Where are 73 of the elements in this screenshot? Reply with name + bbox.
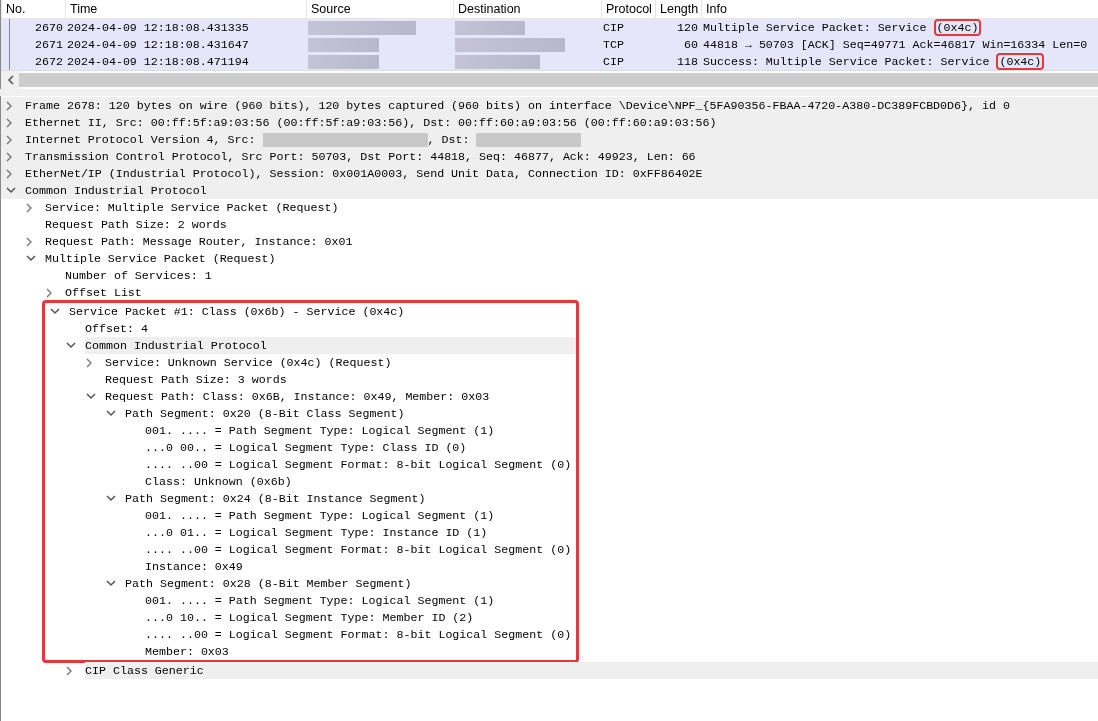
chevron-down-icon[interactable] xyxy=(50,308,60,315)
chevron-down-icon[interactable] xyxy=(106,495,116,502)
packet-info: Multiple Service Packet: Service xyxy=(703,20,928,36)
tree-item-text[interactable]: Class: Unknown (0x6b) xyxy=(145,473,292,490)
redacted-block xyxy=(308,54,379,69)
packet-number: 2670 xyxy=(35,20,63,36)
tree-item-text[interactable]: .... ..00 = Logical Segment Format: 8-bit Logical Segment (0) xyxy=(145,456,572,473)
scroll-left-icon[interactable] xyxy=(6,75,14,85)
redacted-block xyxy=(455,20,525,35)
scroll-left-button[interactable] xyxy=(1,71,19,89)
tree-item-text[interactable]: Offset List xyxy=(65,284,142,301)
tree-item-text[interactable]: Offset: 4 xyxy=(85,320,148,337)
chevron-down-icon[interactable] xyxy=(106,580,116,587)
horizontal-scrollbar[interactable] xyxy=(19,73,1098,87)
tree-item-text[interactable]: 001. .... = Path Segment Type: Logical Segment (1) xyxy=(145,507,495,524)
packet-protocol: TCP xyxy=(603,37,624,53)
tree-item-text[interactable]: 001. .... = Path Segment Type: Logical Segment (1) xyxy=(145,592,495,609)
tree-item-text[interactable]: .... ..00 = Logical Segment Format: 8-bit Logical Segment (0) xyxy=(145,626,572,643)
chevron-right-icon[interactable] xyxy=(6,168,13,179)
packet-number: 2671 xyxy=(35,37,63,53)
tree-item-text[interactable]: CIP Class Generic xyxy=(85,662,204,679)
packet-length: 118 xyxy=(677,54,698,70)
tree-item-text[interactable]: Request Path Size: 2 words xyxy=(45,216,227,233)
chevron-down-icon[interactable] xyxy=(106,410,116,417)
tree-item-text[interactable]: Service Packet #1: Class (0x6b) - Service (0x4c) xyxy=(69,303,405,320)
chevron-down-icon[interactable] xyxy=(26,255,36,262)
tree-item-text[interactable]: Request Path: Message Router, Instance: 0x01 xyxy=(45,233,353,250)
packet-length: 120 xyxy=(677,20,698,36)
tree-item-text[interactable]: Number of Services: 1 xyxy=(65,267,212,284)
packet-row[interactable]: 2672 2024-04-09 12:18:08.471194 CIP 118 Success: Multiple Service Packet: Service (0x4c) xyxy=(1,53,1098,70)
chevron-right-icon[interactable] xyxy=(6,134,13,145)
packet-length: 60 xyxy=(684,37,698,53)
chevron-right-icon[interactable] xyxy=(46,287,53,298)
tree-item-text[interactable]: ...0 01.. = Logical Segment Type: Instance ID (1) xyxy=(145,524,488,541)
redacted-block xyxy=(308,37,379,52)
tree-item-text[interactable]: Instance: 0x49 xyxy=(145,558,243,575)
tree-item-text[interactable]: Member: 0x03 xyxy=(145,643,229,660)
chevron-down-icon[interactable] xyxy=(86,393,96,400)
tree-item-text[interactable]: Service: Unknown Service (0x4c) (Request) xyxy=(105,354,392,371)
tree-item-text[interactable]: , Dst: xyxy=(427,131,477,148)
chevron-right-icon[interactable] xyxy=(6,100,13,111)
packet-protocol: CIP xyxy=(603,54,624,70)
tree-item-text[interactable]: .... ..00 = Logical Segment Format: 8-bit Logical Segment (0) xyxy=(145,541,572,558)
chevron-down-icon[interactable] xyxy=(6,187,16,194)
tree-item-text[interactable]: Request Path Size: 3 words xyxy=(105,371,287,388)
chevron-right-icon[interactable] xyxy=(66,665,73,676)
packet-info: Success: Multiple Service Packet: Service xyxy=(703,54,991,70)
chevron-down-icon[interactable] xyxy=(66,342,76,349)
packet-protocol: CIP xyxy=(603,20,624,36)
packet-info: 44818 → 50703 [ACK] Seq=49771 Ack=46817 Win=16334 Len=0 xyxy=(703,37,1088,53)
tree-item-text[interactable]: ...0 10.. = Logical Segment Type: Member ID (2) xyxy=(145,609,474,626)
highlighted-text: (0x4c) xyxy=(996,53,1045,70)
tree-item-text[interactable]: Common Industrial Protocol xyxy=(25,182,207,199)
packet-time: 2024-04-09 12:18:08.471194 xyxy=(67,54,249,70)
tree-item-text[interactable]: Service: Multiple Service Packet (Request) xyxy=(45,199,339,216)
tree-item-text[interactable]: ...0 00.. = Logical Segment Type: Class ID (0) xyxy=(145,439,467,456)
chevron-right-icon[interactable] xyxy=(26,202,33,213)
packet-time: 2024-04-09 12:18:08.431647 xyxy=(67,37,249,53)
tree-item-text[interactable]: Path Segment: 0x24 (8-Bit Instance Segment) xyxy=(125,490,426,507)
chevron-right-icon[interactable] xyxy=(6,151,13,162)
packet-row[interactable]: 2670 2024-04-09 12:18:08.431335 CIP 120 Multiple Service Packet: Service (0x4c) xyxy=(1,19,1098,36)
packet-time: 2024-04-09 12:18:08.431335 xyxy=(67,20,249,36)
tree-item-text[interactable]: Path Segment: 0x20 (8-Bit Class Segment) xyxy=(125,405,405,422)
chevron-right-icon[interactable] xyxy=(26,236,33,247)
chevron-right-icon[interactable] xyxy=(6,117,13,128)
tree-item-text[interactable]: Multiple Service Packet (Request) xyxy=(45,250,276,267)
tree-item-text[interactable]: 001. .... = Path Segment Type: Logical Segment (1) xyxy=(145,422,495,439)
chevron-right-icon[interactable] xyxy=(86,357,93,368)
tree-item-text[interactable]: Request Path: Class: 0x6B, Instance: 0x49, Member: 0x03 xyxy=(105,388,490,405)
packet-number: 2672 xyxy=(35,54,63,70)
tree-item-text[interactable]: Path Segment: 0x28 (8-Bit Member Segment) xyxy=(125,575,412,592)
tree-item-text[interactable]: Internet Protocol Version 4, Src: xyxy=(25,131,263,148)
packet-row[interactable]: 2671 2024-04-09 12:18:08.431647 TCP 60 44818 → 50703 [ACK] Seq=49771 Ack=46817 Win=16334 Len=0 xyxy=(1,36,1098,53)
